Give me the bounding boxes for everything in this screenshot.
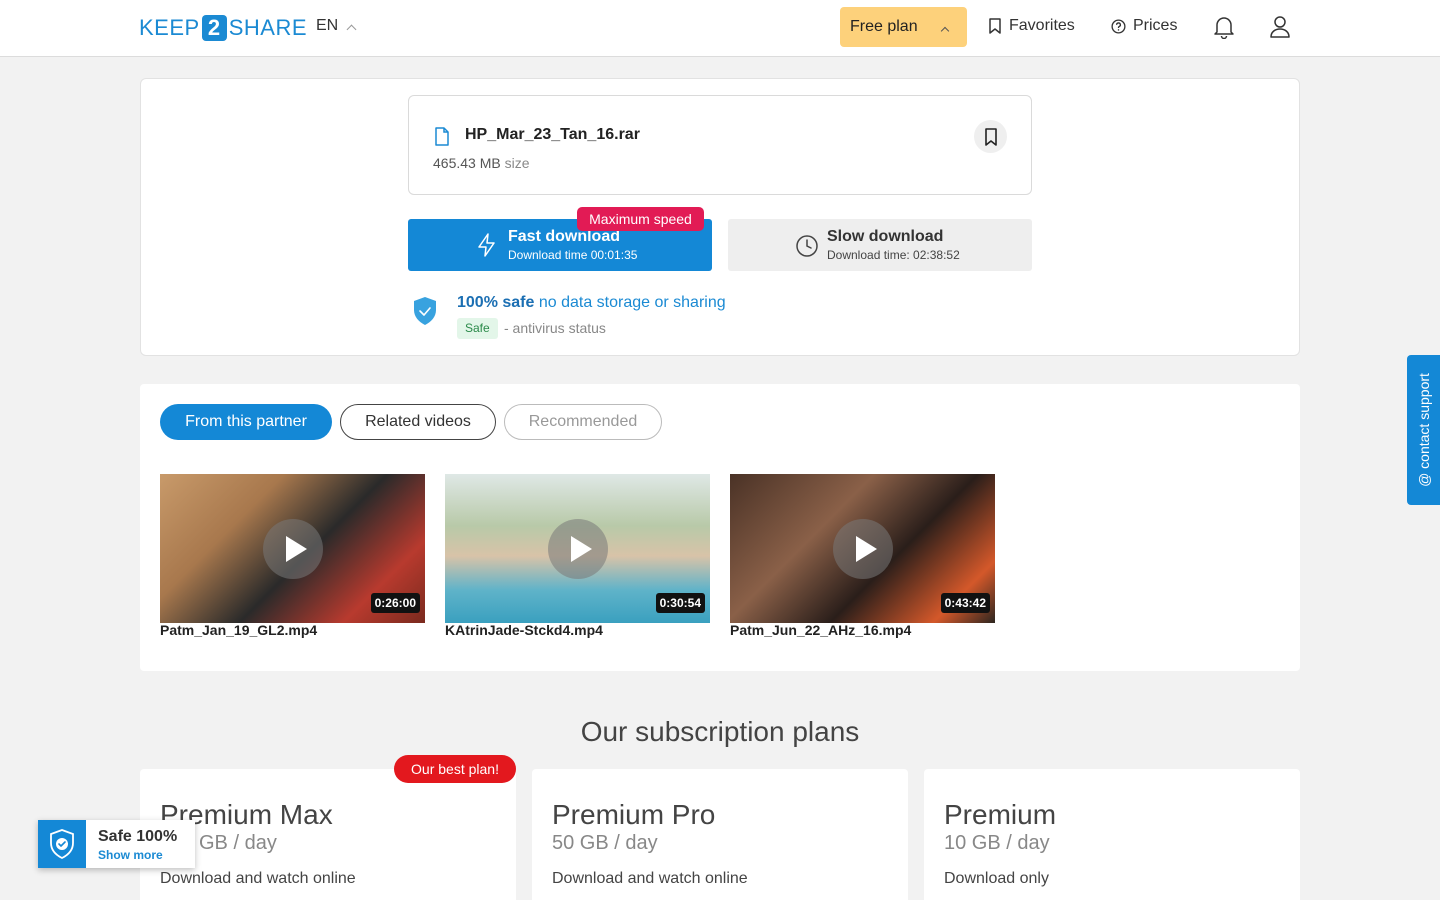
plan-quota: GB / day xyxy=(199,832,277,854)
add-to-favorites-button[interactable] xyxy=(974,120,1007,153)
plan-description: Download and watch online xyxy=(160,870,356,887)
video-thumbnail[interactable]: 0:43:42 xyxy=(730,474,995,623)
safe-widget-title: Safe 100% xyxy=(98,828,178,845)
tab-related-videos[interactable]: Related videos xyxy=(340,404,496,440)
play-icon[interactable] xyxy=(548,519,608,579)
antivirus-safe-badge: Safe xyxy=(457,318,498,339)
plan-description: Download and watch online xyxy=(552,870,748,887)
safety-statement: 100% safe no data storage or sharing xyxy=(457,294,726,312)
best-plan-badge: Our best plan! xyxy=(394,755,516,783)
prices-link[interactable]: Prices xyxy=(1111,17,1177,35)
clock-icon xyxy=(796,235,818,257)
prices-label: Prices xyxy=(1133,17,1178,34)
play-icon[interactable] xyxy=(833,519,893,579)
video-name[interactable]: KAtrinJade-Stckd4.mp4 xyxy=(445,622,603,638)
tab-recommended[interactable]: Recommended xyxy=(504,404,662,440)
bookmark-icon xyxy=(989,18,1001,34)
play-icon[interactable] xyxy=(263,519,323,579)
contact-support-label: @ contact support xyxy=(1415,373,1432,487)
video-duration: 0:43:42 xyxy=(940,593,990,613)
bell-icon[interactable] xyxy=(1213,15,1235,39)
video-name[interactable]: Patm_Jun_22_AHz_16.mp4 xyxy=(730,622,911,638)
shield-check-icon xyxy=(414,297,436,325)
plan-quota: 50 GB / day xyxy=(552,832,658,854)
question-circle-icon xyxy=(1111,18,1126,34)
favorites-label: Favorites xyxy=(1009,17,1075,34)
free-plan-label: Free plan xyxy=(850,18,918,35)
language-label: EN xyxy=(316,17,339,34)
logo-text-middle: 2 xyxy=(201,15,227,41)
chevron-up-icon xyxy=(346,24,357,34)
chevron-up-icon xyxy=(940,26,950,36)
plan-card-premium-max[interactable]: Premium Max GB / day Download and watch … xyxy=(140,769,516,900)
show-more-link[interactable]: Show more xyxy=(98,848,163,862)
file-size: 465.43 MB size xyxy=(433,155,530,171)
user-icon[interactable] xyxy=(1269,15,1291,39)
shield-check-icon xyxy=(50,829,74,860)
keep2share-logo[interactable]: KEEP 2 SHARE xyxy=(139,14,307,42)
slow-download-button[interactable]: Slow download Download time: 02:38:52 xyxy=(728,219,1032,271)
fast-download-time: Download time 00:01:35 xyxy=(508,248,638,262)
lightning-icon xyxy=(478,233,495,257)
antivirus-status-label: - antivirus status xyxy=(504,320,606,336)
file-info-box xyxy=(408,95,1032,195)
file-size-value: 465.43 MB xyxy=(433,155,501,171)
safe-widget[interactable]: Safe 100% Show more xyxy=(38,820,195,868)
plan-name: Premium xyxy=(944,799,1057,830)
slow-download-time: Download time: 02:38:52 xyxy=(827,248,960,262)
plan-name: Premium Pro xyxy=(552,799,716,830)
shield-box xyxy=(38,820,86,868)
slow-download-title: Slow download xyxy=(827,228,944,245)
file-size-unit: size xyxy=(504,155,530,171)
plan-quota: 10 GB / day xyxy=(944,832,1050,854)
maximum-speed-badge: Maximum speed xyxy=(577,207,704,231)
plans-title: Our subscription plans xyxy=(580,716,860,747)
plan-description: Download only xyxy=(944,870,1049,887)
bookmark-icon xyxy=(984,127,997,146)
video-thumbnail[interactable]: 0:30:54 xyxy=(445,474,710,623)
plan-card-premium[interactable]: Premium 10 GB / day Download only xyxy=(924,769,1300,900)
file-icon xyxy=(435,127,449,146)
safety-rest: no data storage or sharing xyxy=(534,294,726,311)
contact-support-button[interactable]: @ contact support xyxy=(1407,355,1440,505)
video-thumbnail[interactable]: 0:26:00 xyxy=(160,474,425,623)
favorites-link[interactable]: Favorites xyxy=(988,17,1075,35)
free-plan-button[interactable]: Free plan xyxy=(840,7,967,47)
file-name: HP_Mar_23_Tan_16.rar xyxy=(465,126,640,143)
top-header: KEEP 2 SHARE EN Free plan Favorites Pric… xyxy=(0,0,1440,57)
logo-text-right: SHARE xyxy=(228,15,307,40)
video-duration: 0:30:54 xyxy=(655,593,705,613)
language-selector[interactable]: EN xyxy=(316,17,357,35)
video-duration: 0:26:00 xyxy=(370,593,420,613)
plan-card-premium-pro[interactable]: Premium Pro 50 GB / day Download and wat… xyxy=(532,769,908,900)
logo-text-left: KEEP xyxy=(139,15,200,40)
tab-from-this-partner[interactable]: From this partner xyxy=(160,404,332,440)
safety-strong: 100% safe xyxy=(457,294,535,311)
video-name[interactable]: Patm_Jan_19_GL2.mp4 xyxy=(160,622,317,638)
